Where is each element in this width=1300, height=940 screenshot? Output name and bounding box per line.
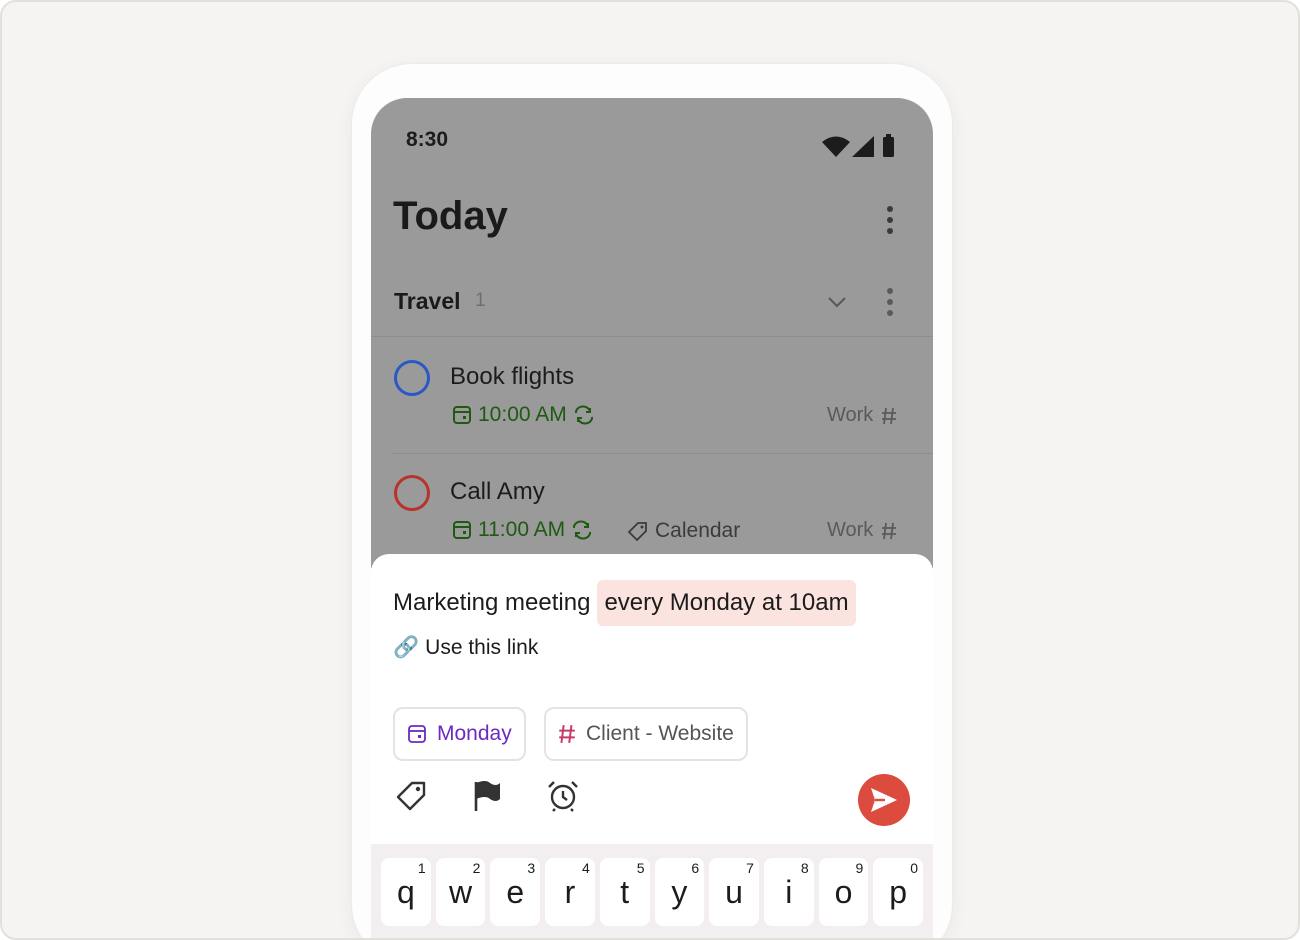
- section-title: Travel: [394, 288, 461, 314]
- project-chip[interactable]: Client - Website: [544, 707, 748, 761]
- key-p[interactable]: p0: [873, 858, 924, 926]
- key-r[interactable]: r4: [545, 858, 595, 926]
- task-title[interactable]: Book flights: [450, 363, 574, 391]
- calendar-icon: [408, 725, 426, 743]
- task-due: 10:00 AM: [452, 403, 595, 427]
- task-label-name: Calendar: [655, 519, 741, 542]
- task-title[interactable]: Call Amy: [450, 478, 545, 506]
- recurring-icon: [573, 520, 592, 540]
- project-label: Client - Website: [586, 722, 734, 745]
- link-icon: 🔗: [393, 636, 420, 659]
- calendar-icon: [453, 406, 471, 424]
- flag-icon[interactable]: [470, 779, 504, 813]
- status-icons: [822, 134, 894, 157]
- task-due-time: 11:00 AM: [478, 518, 566, 541]
- calendar-icon: [453, 521, 471, 539]
- label-tag-icon[interactable]: [394, 779, 428, 813]
- on-screen-keyboard: q1 w2 e3 r4 t5 y6 u7 i8 o9 p0: [371, 844, 933, 938]
- page-title: Today: [393, 194, 508, 238]
- task-input-text: Marketing meeting: [393, 589, 591, 616]
- task-project: Work: [827, 519, 897, 542]
- more-options-icon[interactable]: [878, 205, 902, 235]
- task-complete-checkbox[interactable]: [394, 475, 430, 511]
- key-w[interactable]: w2: [435, 858, 486, 926]
- task-divider: [393, 453, 933, 454]
- chevron-down-icon[interactable]: [825, 290, 849, 314]
- task-due: 11:00 AM: [452, 518, 593, 542]
- task-complete-checkbox[interactable]: [394, 360, 430, 396]
- task-label: Calendar: [627, 519, 740, 543]
- task-due-time: 10:00 AM: [478, 403, 567, 426]
- section-divider: [371, 336, 933, 337]
- description-input[interactable]: 🔗 Use this link: [393, 636, 538, 660]
- section-count: 1: [475, 290, 486, 311]
- task-project: Work: [827, 404, 897, 427]
- parsed-date-highlight[interactable]: every Monday at 10am: [597, 580, 856, 626]
- key-t[interactable]: t5: [599, 858, 650, 926]
- description-text: Use this link: [425, 636, 539, 659]
- wifi-icon: [822, 136, 850, 157]
- key-e[interactable]: e3: [490, 858, 541, 926]
- task-project-name: Work: [827, 519, 874, 541]
- hash-icon: [559, 724, 575, 744]
- section-more-icon[interactable]: [878, 287, 902, 317]
- recurring-icon: [574, 405, 593, 425]
- today-view: 8:30 Today Travel 1 Book flights 10:00 A…: [371, 98, 933, 568]
- key-i[interactable]: i8: [763, 858, 814, 926]
- phone-screen: 8:30 Today Travel 1 Book flights 10:00 A…: [371, 98, 933, 938]
- battery-icon: [883, 134, 894, 157]
- hash-icon: [882, 522, 897, 539]
- task-project-name: Work: [827, 404, 874, 426]
- tag-icon: [627, 522, 647, 541]
- due-date-label: Monday: [437, 722, 512, 745]
- key-o[interactable]: o9: [818, 858, 869, 926]
- hash-icon: [882, 407, 897, 424]
- key-u[interactable]: u7: [709, 858, 759, 926]
- send-icon: [871, 788, 897, 812]
- send-button[interactable]: [858, 774, 910, 826]
- status-time: 8:30: [406, 128, 449, 151]
- due-date-chip[interactable]: Monday: [393, 707, 526, 761]
- signal-icon: [852, 136, 874, 157]
- alarm-clock-icon[interactable]: [546, 779, 580, 813]
- quick-add-sheet: Marketing meeting every Monday at 10am 🔗…: [371, 554, 933, 854]
- key-q[interactable]: q1: [381, 858, 431, 926]
- key-y[interactable]: y6: [654, 858, 705, 926]
- task-name-input[interactable]: Marketing meeting every Monday at 10am: [393, 580, 856, 626]
- app-frame: 8:30 Today Travel 1 Book flights 10:00 A…: [0, 0, 1300, 940]
